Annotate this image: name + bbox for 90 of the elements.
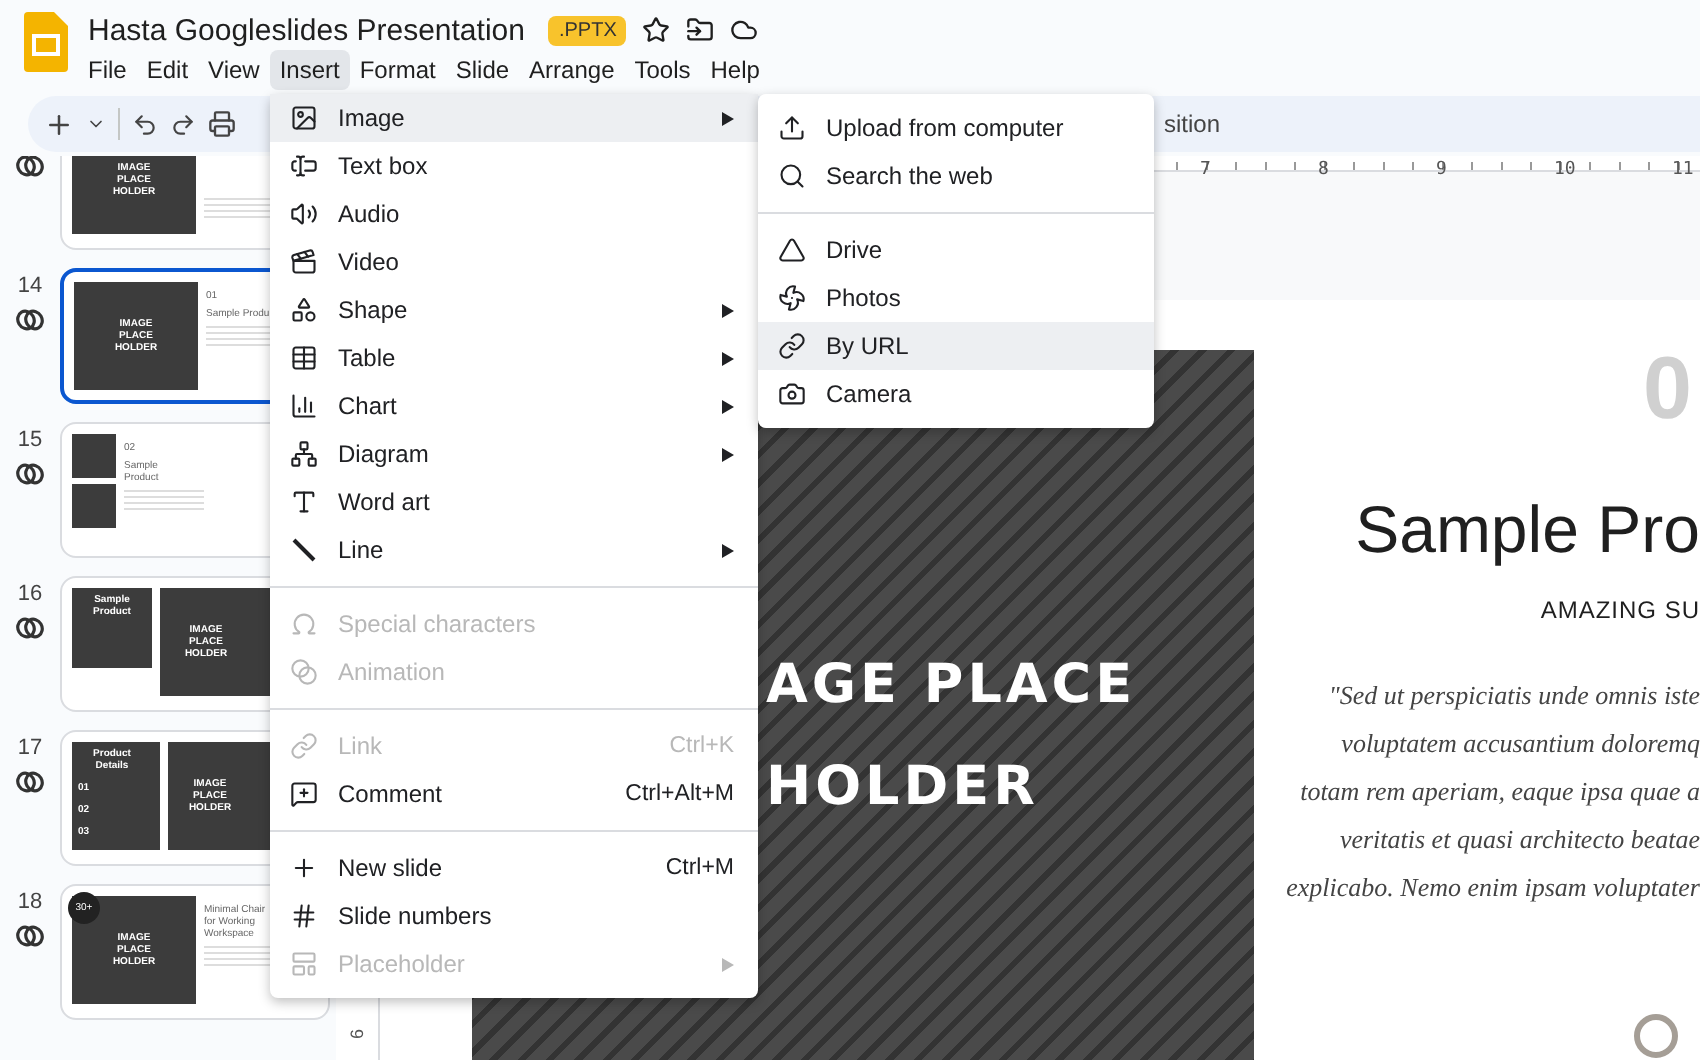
menu-bar-item[interactable]: Help — [700, 50, 770, 90]
menu-item[interactable]: Drive — [758, 226, 1154, 274]
ruler-number: 10 — [1554, 160, 1576, 180]
menu-bar-item[interactable]: Tools — [624, 50, 701, 90]
star-icon[interactable] — [642, 16, 671, 44]
menu-item[interactable]: Text box — [270, 142, 758, 190]
shortcut-text: Ctrl+Alt+M — [625, 782, 734, 806]
camera-icon — [778, 380, 806, 408]
placeholder-text: HOLDER — [766, 756, 1041, 818]
triangle-icon — [778, 236, 806, 264]
menu-bar-item[interactable]: Arrange — [519, 50, 625, 90]
menu-item[interactable]: Camera — [758, 370, 1154, 418]
slide-number: 16 — [17, 582, 43, 608]
search-icon — [778, 162, 806, 190]
slide-number: 17 — [17, 736, 43, 762]
submenu-arrow-icon — [722, 399, 734, 413]
speaker-icon — [290, 200, 318, 228]
quote-line: totam rem aperiam, eaque ipsa quae a — [1300, 774, 1700, 810]
shapes-icon — [290, 296, 318, 324]
submenu-arrow-icon — [722, 351, 734, 365]
slide-title: Sample Pro — [1355, 492, 1700, 568]
rings-icon — [16, 462, 44, 486]
folder-icon[interactable] — [686, 16, 715, 44]
menu-bar-item[interactable]: Slide — [445, 50, 520, 90]
menu-item[interactable]: Upload from computer — [758, 104, 1154, 152]
link-icon — [290, 732, 318, 760]
quote-line: explicabo. Nemo enim ipsam voluptater — [1286, 870, 1700, 906]
rings-icon — [16, 616, 44, 640]
quote-line: "Sed ut perspiciatis unde omnis iste — [1328, 678, 1700, 714]
menu-item[interactable]: Image — [270, 94, 758, 142]
shortcut-text: Ctrl+M — [665, 856, 734, 880]
toolbar-button[interactable]: sition — [1164, 110, 1221, 138]
line-icon — [290, 536, 318, 564]
menu-bar-item[interactable]: File — [78, 50, 137, 90]
slide-number: 15 — [17, 428, 43, 454]
pinwheel-icon — [778, 284, 806, 312]
bar-chart-icon — [290, 392, 318, 420]
placeholder-icon — [290, 950, 318, 978]
ruler-number: 7 — [1200, 160, 1211, 180]
plus-icon — [290, 854, 318, 882]
menu-bar-item[interactable]: Format — [349, 50, 446, 90]
thumbnail-image — [72, 484, 116, 528]
table-icon — [290, 344, 318, 372]
menu-bar-item[interactable]: Insert — [269, 50, 350, 90]
menu-item[interactable]: Search the web — [758, 152, 1154, 200]
plus-icon[interactable] — [44, 109, 74, 139]
hash-icon — [290, 902, 318, 930]
menu-item[interactable]: Audio — [270, 190, 758, 238]
submenu-arrow-icon — [722, 447, 734, 461]
clapperboard-icon — [290, 248, 318, 276]
letter-icon — [290, 488, 318, 516]
rings-icon — [16, 308, 44, 332]
submenu-arrow-icon — [722, 303, 734, 317]
slide-number: 18 — [17, 890, 43, 916]
placeholder-text: AGE PLACE — [766, 654, 1139, 716]
slide-subtitle: AMAZING SU — [1540, 596, 1700, 624]
link-icon — [778, 332, 806, 360]
menu-bar-item[interactable]: Edit — [136, 50, 199, 90]
quote-line: veritatis et quasi architecto beatae — [1339, 822, 1700, 858]
submenu-arrow-icon — [722, 543, 734, 557]
ruler-number: 11 — [1672, 160, 1694, 180]
ruler-number: 6 — [347, 1029, 367, 1039]
rings-icon — [16, 770, 44, 794]
print-icon[interactable] — [208, 110, 236, 138]
shortcut-text: Ctrl+K — [669, 734, 734, 758]
rings-icon — [16, 156, 44, 178]
circle-icon — [1632, 1012, 1680, 1060]
submenu-arrow-icon — [722, 111, 734, 125]
comment-icon — [290, 780, 318, 808]
menu-item[interactable]: By URL — [758, 322, 1154, 370]
ruler-number: 9 — [1436, 160, 1447, 180]
file-type-badge: .PPTX — [548, 15, 627, 45]
ruler-number: 8 — [1318, 160, 1329, 180]
rings-icon — [16, 924, 44, 948]
image-icon — [290, 104, 318, 132]
menu-bar-item[interactable]: View — [198, 50, 270, 90]
slide-number: 14 — [17, 274, 43, 300]
undo-icon[interactable] — [132, 111, 158, 137]
upload-icon — [778, 114, 806, 142]
cloud-icon[interactable] — [730, 16, 759, 44]
redo-icon[interactable] — [170, 111, 196, 137]
thumbnail-image — [72, 434, 116, 478]
diagram-icon — [290, 440, 318, 468]
menu-item[interactable]: Photos — [758, 274, 1154, 322]
document-title[interactable]: Hasta Googleslides Presentation — [88, 13, 525, 47]
submenu-arrow-icon — [722, 957, 734, 971]
omega-icon — [290, 610, 318, 638]
quote-line: voluptatem accusantium doloremq — [1341, 726, 1700, 762]
overlapping-circles-icon — [290, 658, 318, 686]
text-box-icon — [290, 152, 318, 180]
